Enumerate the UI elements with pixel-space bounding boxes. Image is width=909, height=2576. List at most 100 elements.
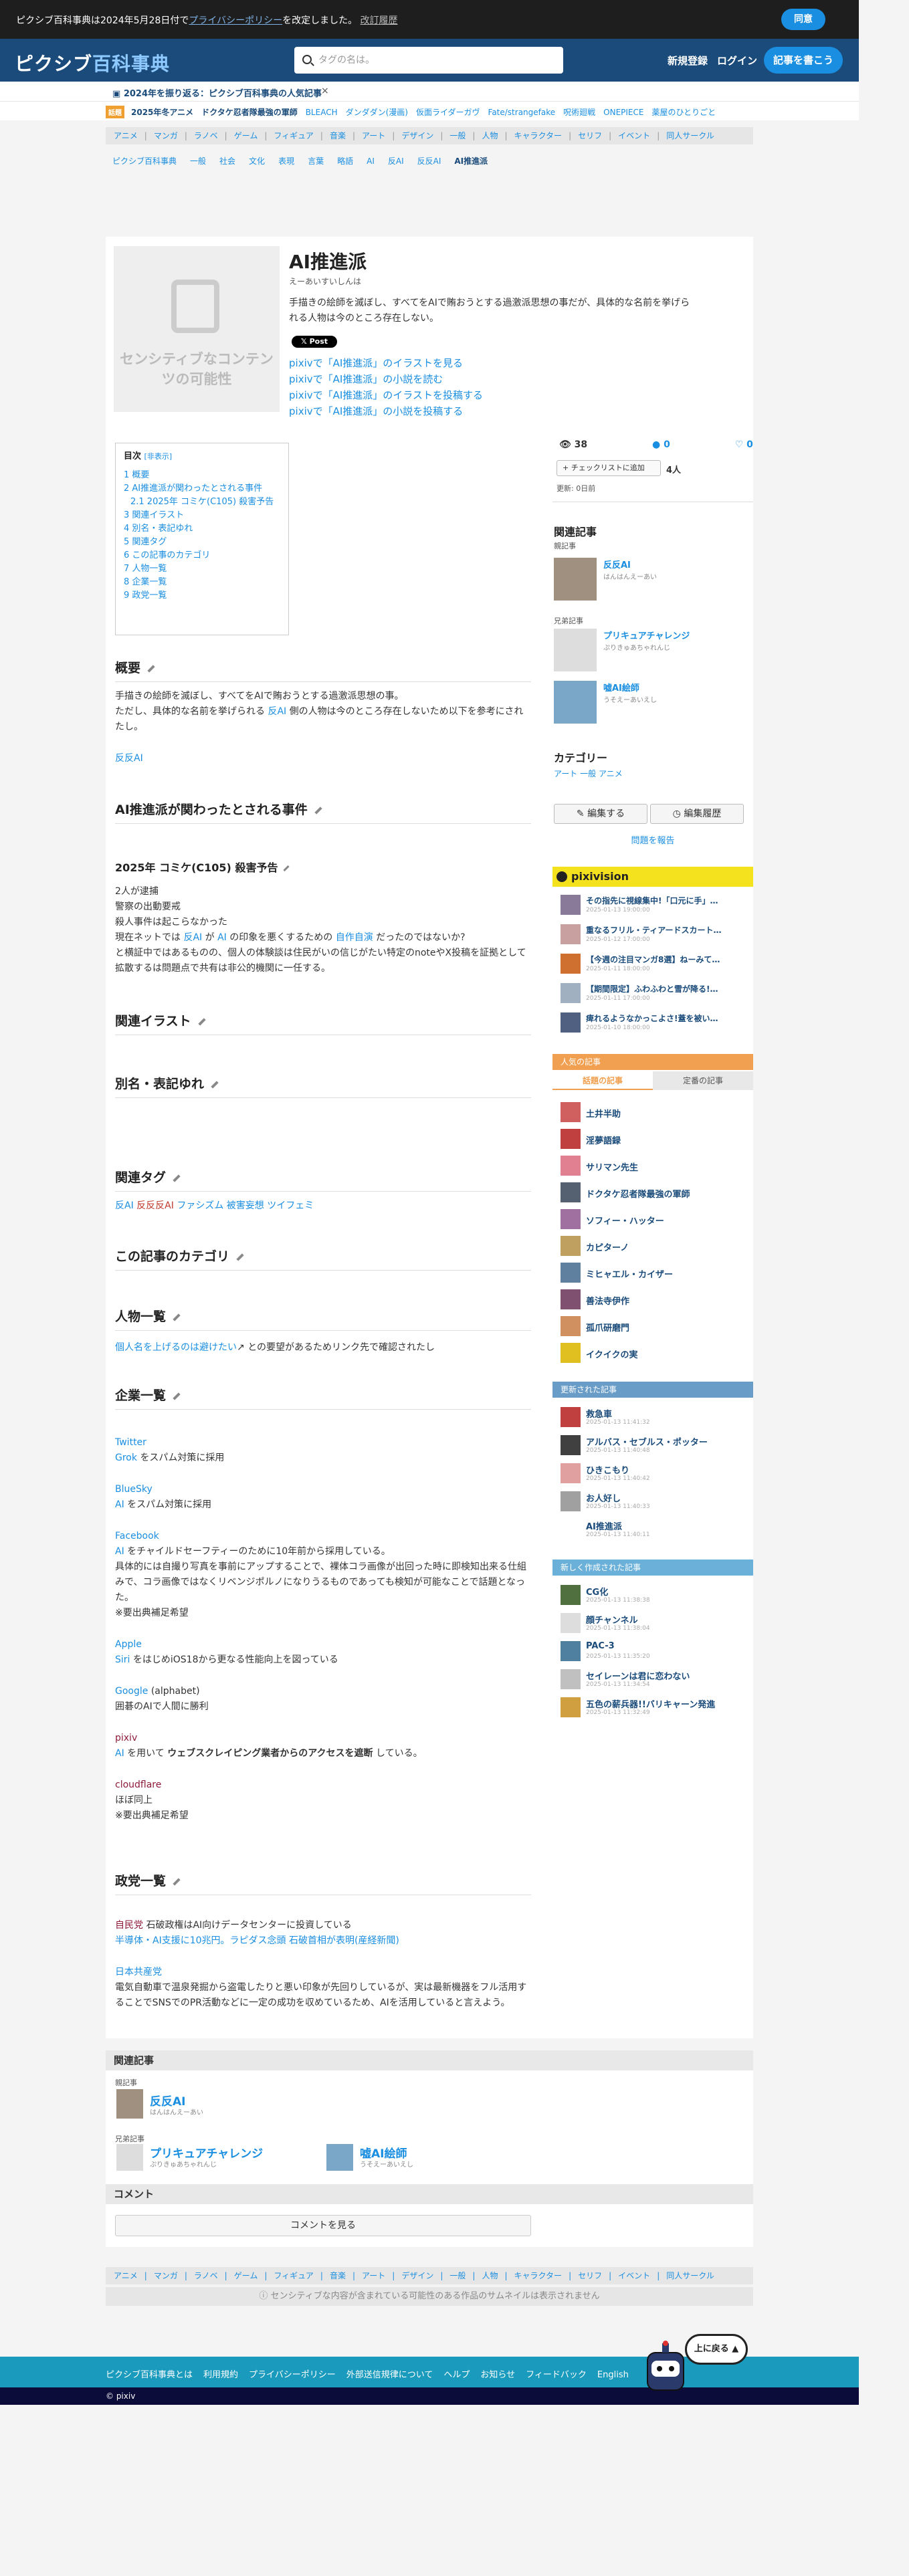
category-item[interactable]: アニメ [114,2271,138,2280]
article-thumbnail[interactable] [554,558,597,601]
footer-link[interactable]: 利用規約 [203,2370,238,2380]
article-thumbnail[interactable] [326,2144,353,2171]
category-item[interactable]: フィギュア [274,2271,314,2280]
edit-icon[interactable] [173,1877,181,1886]
comments-count[interactable]: ● 0 [652,439,701,450]
close-icon[interactable]: × [321,86,329,96]
company-name[interactable]: pixiv [115,1731,531,1746]
pixivision-header[interactable]: pixivision [552,867,753,887]
tag-link[interactable]: ツイフェミ [267,1200,314,1211]
party-name[interactable]: 日本共産党 [115,1965,531,1980]
toc-item[interactable]: 6 この記事のカテゴリ [124,549,280,562]
changes-link[interactable]: 改訂履歴 [361,15,398,26]
anti-ai-link[interactable]: 反AI [268,706,286,717]
category-link[interactable]: アニメ [599,769,623,778]
likes-count[interactable]: ♡ 0 [735,439,784,450]
toc-item[interactable]: 1 概要 [124,469,280,482]
toc-item[interactable]: 2.1 2025年 コミケ(C105) 殺害予告 [124,496,280,509]
pixiv-link-3[interactable]: pixivで「AI推進派」のイラストを投稿する [289,388,483,402]
post-button[interactable]: 𝕏 Post [292,336,337,348]
breadcrumb-item[interactable]: 反AI [388,156,404,166]
ai-link[interactable]: AI [115,1499,124,1510]
add-checklist-button[interactable]: + チェックリストに追加 [557,460,661,476]
breadcrumb-item[interactable]: AI [367,156,375,166]
toc-item[interactable]: 5 関連タグ [124,536,280,549]
back-to-top-button[interactable]: 上に戻る ▲ [685,2334,748,2365]
category-item[interactable]: キャラクター [514,131,563,140]
category-item[interactable]: デザイン [401,2271,433,2280]
ai-link[interactable]: AI [217,932,227,943]
toc-item[interactable]: 8 企業一覧 [124,576,280,589]
footer-link[interactable]: English [597,2370,629,2380]
search-input[interactable]: タグの名は。 [294,47,563,74]
footer-link[interactable]: ピクシブ百科事典とは [106,2370,193,2380]
pixiv-link-2[interactable]: pixivで「AI推進派」の小説を読む [289,372,443,386]
category-item[interactable]: 同人サークル [666,2271,714,2280]
category-item[interactable]: マンガ [154,2271,178,2280]
category-item[interactable]: 一般 [449,2271,466,2280]
company-name[interactable]: cloudflare [115,1778,531,1793]
write-article-button[interactable]: 記事を書こう [764,47,843,74]
company-name[interactable]: BlueSky [115,1482,531,1497]
edit-icon[interactable] [236,1253,244,1261]
breadcrumb-item[interactable]: 一般 [190,156,206,166]
news-link[interactable]: 半導体・AI支援に10兆円。ラピダス念頭 石破首相が表明(産経新聞) [115,1933,531,1949]
footer-link[interactable]: ヘルプ [443,2370,470,2380]
footer-link[interactable]: お知らせ [480,2370,515,2380]
related-article-link[interactable]: プリキュアチャレンジ [603,629,690,641]
toc-item[interactable]: 9 政党一覧 [124,589,280,603]
breadcrumb-item[interactable]: 文化 [249,156,265,166]
tag-link[interactable]: 反AI [115,1200,134,1211]
category-link[interactable]: 一般 [580,769,596,778]
edit-icon[interactable] [173,1174,181,1182]
trending-item[interactable]: 呪術廻戦 [563,108,595,117]
company-name[interactable]: Google [115,1686,148,1697]
trending-item[interactable]: ONEPIECE [603,108,643,117]
edit-button[interactable]: ✎ 編集する [554,804,647,824]
category-link[interactable]: アート [554,769,577,778]
grok-link[interactable]: Grok [115,1453,137,1463]
toc-toggle[interactable]: [非表示] [144,452,173,461]
footer-link[interactable]: プライバシーポリシー [249,2370,336,2380]
pixiv-link-4[interactable]: pixivで「AI推進派」の小説を投稿する [289,404,463,418]
edit-icon[interactable] [197,1017,206,1026]
category-item[interactable]: 一般 [449,131,466,140]
anti-ai-link[interactable]: 反AI [183,932,202,943]
login-link[interactable]: ログイン [717,53,757,68]
breadcrumb-item[interactable]: 反反AI [417,156,441,166]
category-item[interactable]: ラノベ [194,131,218,140]
trending-item[interactable]: ドクタケ忍者隊最強の軍師 [201,108,298,117]
tag-link[interactable]: 反反反AI [136,1200,174,1211]
article-thumbnail[interactable] [116,2144,143,2171]
category-item[interactable]: マンガ [154,131,178,140]
view-comments-button[interactable]: コメントを見る [115,2215,531,2236]
party-name[interactable]: 自民党 [115,1920,143,1931]
trending-item[interactable]: 薬屋のひとりごと [651,108,716,117]
category-item[interactable]: 人物 [482,2271,498,2280]
category-item[interactable]: フィギュア [274,131,314,140]
edit-icon[interactable] [147,664,155,673]
category-item[interactable]: イベント [618,2271,650,2280]
category-item[interactable]: アート [362,2271,385,2280]
category-item[interactable]: 人物 [482,131,498,140]
agree-button[interactable]: 同意 [781,9,825,30]
anti-anti-ai-link[interactable]: 反反AI [115,751,531,766]
self-staging-link[interactable]: 自作自演 [336,932,373,943]
category-item[interactable]: ゲーム [234,2271,258,2280]
category-item[interactable]: 音楽 [330,131,346,140]
privacy-policy-link[interactable]: プライバシーポリシー [189,15,282,26]
category-item[interactable]: 音楽 [330,2271,346,2280]
edit-icon[interactable] [173,1392,181,1400]
category-item[interactable]: アニメ [114,131,138,140]
breadcrumb-item[interactable]: ピクシブ百科事典 [112,156,177,166]
article-thumbnail[interactable] [116,2089,143,2119]
category-item[interactable]: キャラクター [514,2271,563,2280]
tag-link[interactable]: 被害妄想 [227,1200,264,1211]
footer-link[interactable]: フィードバック [526,2370,587,2380]
category-item[interactable]: ラノベ [194,2271,218,2280]
category-item[interactable]: アート [362,131,385,140]
tab-standard[interactable]: 定番の記事 [653,1071,753,1090]
edit-icon[interactable] [283,865,290,872]
company-name[interactable]: Facebook [115,1529,531,1544]
siri-link[interactable]: Siri [115,1654,130,1665]
